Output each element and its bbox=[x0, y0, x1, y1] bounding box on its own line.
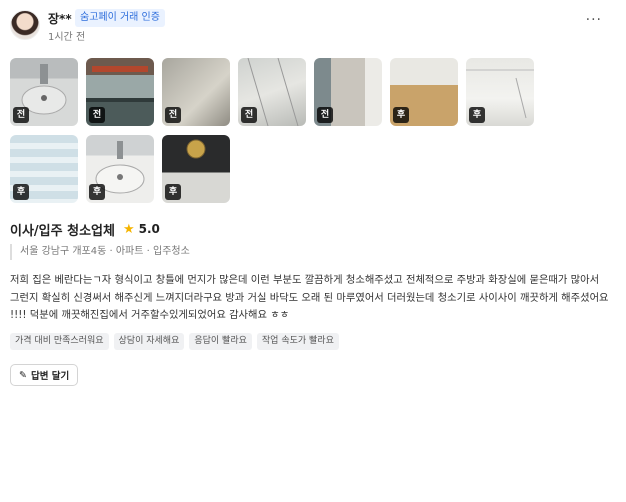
review-tag: 상담이 자세해요 bbox=[113, 333, 185, 350]
review-photo[interactable]: 후 bbox=[162, 135, 230, 203]
service-meta: 서울 강남구 개포4동 · 아파트 · 입주청소 bbox=[10, 244, 190, 260]
before-after-tag: 전 bbox=[317, 107, 333, 123]
star-icon: ★ bbox=[122, 221, 135, 237]
review-text: 저희 집은 베란다는ㄱ자 형식이고 창틀에 먼지가 많은데 이런 부분도 깔끔하… bbox=[10, 274, 609, 321]
review-photo[interactable]: 후 bbox=[390, 58, 458, 126]
review-photo[interactable]: 후 bbox=[86, 135, 154, 203]
review-tag: 응답이 빨라요 bbox=[189, 333, 252, 350]
reply-label: 답변 달기 bbox=[30, 371, 70, 382]
reply-button[interactable]: ✎ 답변 달기 bbox=[10, 364, 79, 386]
payment-verified-badge: 숨고페이 거래 인증 bbox=[75, 9, 165, 27]
before-after-tag: 후 bbox=[13, 184, 29, 200]
before-after-tag: 후 bbox=[393, 107, 409, 123]
review-tag: 작업 속도가 빨라요 bbox=[256, 333, 339, 350]
review-tags: 가격 대비 만족스러워요 상담이 자세해요 응답이 빨라요 작업 속도가 빨라요 bbox=[10, 333, 339, 350]
before-after-tag: 전 bbox=[13, 107, 29, 123]
service-title: 이사/입주 청소업체 bbox=[10, 223, 115, 239]
service-title-row: 이사/입주 청소업체 ★ 5.0 bbox=[10, 220, 160, 239]
avatar[interactable] bbox=[10, 10, 40, 40]
review-photo[interactable]: 전 bbox=[238, 58, 306, 126]
before-after-tag: 후 bbox=[469, 107, 485, 123]
before-after-tag: 전 bbox=[89, 107, 105, 123]
pencil-icon: ✎ bbox=[19, 369, 27, 381]
before-after-tag: 후 bbox=[165, 184, 181, 200]
rating-value: 5.0 bbox=[138, 222, 160, 236]
before-after-tag: 전 bbox=[165, 107, 181, 123]
more-icon[interactable]: ··· bbox=[586, 12, 602, 28]
before-after-tag: 후 bbox=[89, 184, 105, 200]
user-name: 장** bbox=[48, 12, 72, 26]
review-time: 1시간 전 bbox=[48, 32, 86, 43]
review-photo[interactable]: 후 bbox=[10, 135, 78, 203]
review-photo[interactable]: 전 bbox=[86, 58, 154, 126]
review-photo[interactable]: 전 bbox=[10, 58, 78, 126]
before-after-tag: 전 bbox=[241, 107, 257, 123]
review-header: 장** 숨고페이 거래 인증 1시간 전 ··· bbox=[10, 9, 616, 43]
review-photo[interactable]: 전 bbox=[314, 58, 382, 126]
review-photo[interactable]: 후 bbox=[466, 58, 534, 126]
review-tag: 가격 대비 만족스러워요 bbox=[10, 333, 109, 350]
review-photo[interactable]: 전 bbox=[162, 58, 230, 126]
